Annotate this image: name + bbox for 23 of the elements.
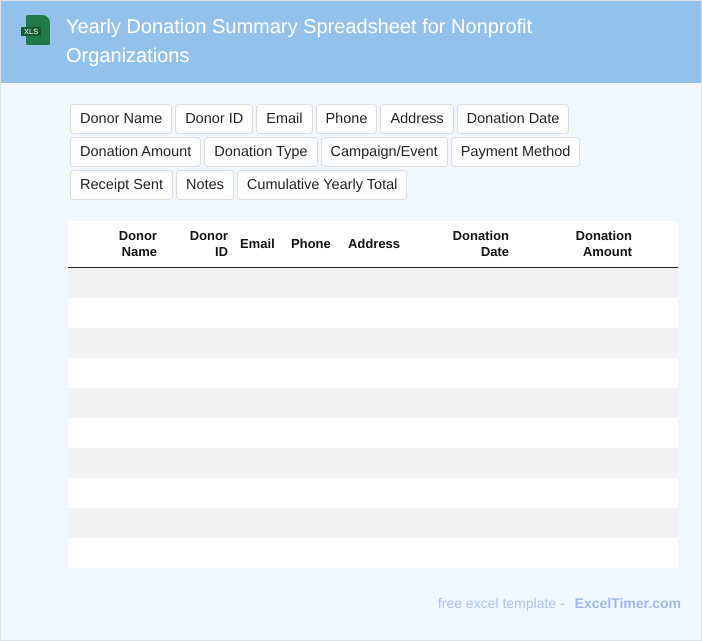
column-header: Donor ID bbox=[188, 228, 228, 260]
field-tag: Donation Type bbox=[204, 137, 318, 167]
field-tag: Campaign/Event bbox=[320, 137, 448, 167]
field-tag: Donor Name bbox=[70, 104, 172, 134]
column-header: Phone bbox=[291, 236, 332, 252]
field-tag: Cumulative Yearly Total bbox=[236, 170, 408, 200]
page-title: Yearly Donation Summary Spreadsheet for Nonprofit Organizations bbox=[66, 15, 534, 69]
column-header: Donation Amount bbox=[574, 228, 632, 260]
field-tag: Receipt Sent bbox=[70, 170, 174, 200]
field-tag: Notes bbox=[176, 170, 234, 200]
field-tag: Phone bbox=[316, 104, 378, 134]
field-tag: Address bbox=[380, 104, 454, 134]
column-header: Donor Name bbox=[118, 228, 157, 260]
field-tag: Donation Amount bbox=[70, 137, 202, 167]
field-tag: Donation Date bbox=[456, 104, 570, 134]
column-header: Address bbox=[348, 236, 402, 252]
field-tag: Payment Method bbox=[450, 137, 580, 167]
footer-text: free excel template - bbox=[438, 595, 565, 611]
field-tag: Donor ID bbox=[175, 104, 254, 134]
site-link[interactable]: ExcelTimer.com bbox=[574, 595, 681, 611]
field-tag: Email bbox=[256, 104, 312, 134]
column-header: Email bbox=[240, 236, 276, 252]
column-header: Donation Date bbox=[452, 228, 509, 260]
